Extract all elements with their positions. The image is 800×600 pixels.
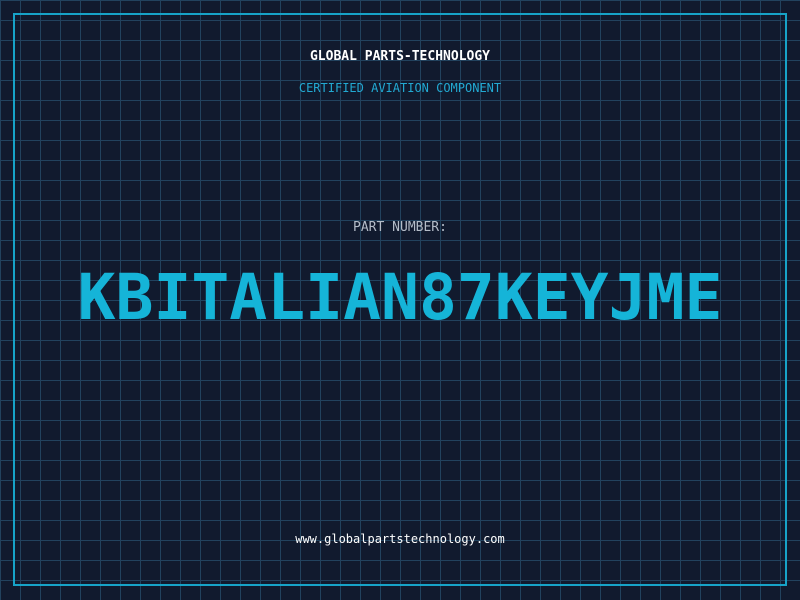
part-number-value: KBITALIAN87KEYJME — [77, 261, 723, 334]
brand-title: GLOBAL PARTS-TECHNOLOGY — [309, 49, 490, 64]
part-number-label: PART NUMBER: — [353, 220, 447, 235]
website-url: www.globalpartstechnology.com — [295, 532, 505, 546]
certification-subtitle: CERTIFIED AVIATION COMPONENT — [298, 81, 502, 95]
